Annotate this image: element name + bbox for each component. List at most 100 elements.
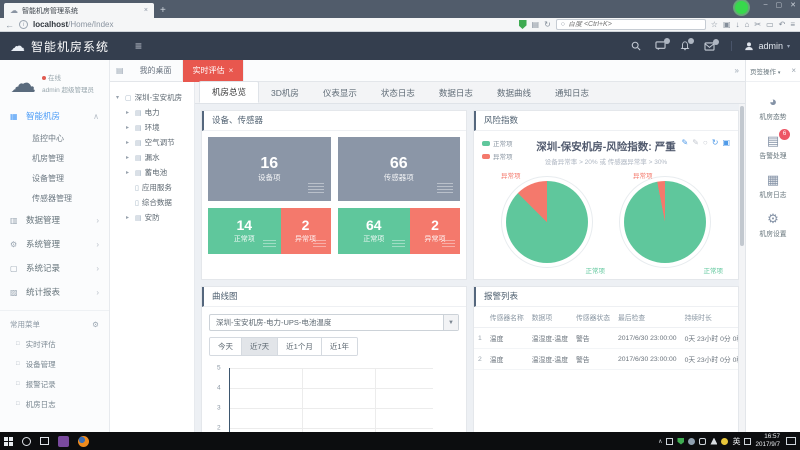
window-controls[interactable]: ‒▢✕	[764, 1, 796, 9]
back-button[interactable]: ←	[5, 20, 14, 30]
adblock-shield-icon[interactable]	[519, 20, 527, 29]
undo-icon[interactable]: ↶	[779, 20, 786, 29]
content-tab-gauges[interactable]: 仪表显示	[311, 83, 369, 103]
content-tab-data-log[interactable]: 数据日志	[427, 83, 485, 103]
tab-actions-dropdown[interactable]: 页签操作 ▾	[750, 66, 780, 76]
caret-right-icon[interactable]: ▸	[126, 169, 132, 176]
quick-item-device-mgmt[interactable]: □设备管理	[0, 354, 109, 374]
section-gear-icon[interactable]: ⚙	[92, 320, 99, 329]
range-today-button[interactable]: 今天	[210, 338, 242, 355]
tab-realtime-eval[interactable]: 实时评估×	[183, 60, 245, 82]
content-tab-status-log[interactable]: 状态日志	[369, 83, 427, 103]
tray-icon[interactable]	[666, 438, 673, 445]
start-button[interactable]	[4, 437, 13, 446]
browser-search-input[interactable]	[568, 21, 701, 28]
tree-node-environment[interactable]: ▸▤环境	[116, 120, 194, 135]
close-icon[interactable]: ×	[791, 66, 796, 75]
sidebar-item-sensor-mgmt[interactable]: 传感器管理	[0, 188, 109, 208]
caret-right-icon[interactable]: ▸	[126, 124, 132, 131]
tree-node-leak[interactable]: ▸▤漏水	[116, 150, 194, 165]
tray-network-icon[interactable]	[710, 438, 717, 445]
quick-item-room-log[interactable]: □机房日志	[0, 394, 109, 414]
ime-indicator[interactable]: 英	[732, 436, 740, 447]
taskbar-clock[interactable]: 16:57 2017/9/7	[755, 433, 780, 449]
right-item-room-status[interactable]: ◕ 机房态势	[746, 95, 800, 121]
sidebar-item-system-record[interactable]: ▢ 系统记录 ›	[0, 256, 109, 280]
user-menu[interactable]: admin ▾	[731, 41, 790, 51]
bell-icon[interactable]	[680, 41, 690, 51]
download-icon[interactable]: ↓	[736, 20, 740, 29]
content-tab-overview[interactable]: 机房总览	[199, 81, 259, 103]
header-search-icon[interactable]	[631, 41, 641, 51]
tray-icon[interactable]	[744, 438, 751, 445]
caret-right-icon[interactable]: ▸	[126, 154, 132, 161]
right-item-alarm-handle[interactable]: ▤ 6 告警处理	[746, 134, 800, 160]
browser-search-box[interactable]: ○	[556, 19, 706, 30]
caret-down-icon[interactable]: ▾	[116, 94, 122, 101]
sensor-pie-chart[interactable]: 异常项 正常项	[619, 176, 711, 268]
tray-icon[interactable]	[699, 438, 706, 445]
tab-my-desktop[interactable]: 我的桌面	[130, 60, 183, 82]
tray-icon[interactable]	[688, 438, 695, 445]
firefox-icon[interactable]	[78, 436, 89, 447]
tab-close-icon[interactable]: ×	[144, 7, 148, 14]
sidebar-item-data-mgmt[interactable]: ▥ 数据管理 ›	[0, 208, 109, 232]
tree-node-app-service[interactable]: ▯应用服务	[116, 180, 194, 195]
refresh-icon[interactable]: ↻	[712, 138, 719, 147]
tree-node-battery[interactable]: ▸▤蓄电池	[116, 165, 194, 180]
tree-node-air[interactable]: ▸▤空气调节	[116, 135, 194, 150]
new-tab-button[interactable]: +	[160, 5, 166, 18]
right-item-room-log[interactable]: ▦ 机房日志	[746, 173, 800, 199]
sidebar-item-device-mgmt[interactable]: 设备管理	[0, 168, 109, 188]
restore-icon[interactable]: ○	[703, 138, 708, 147]
content-scrollbar[interactable]	[739, 104, 745, 432]
tab-overflow-icon[interactable]: »	[729, 66, 745, 75]
content-tab-data-curve[interactable]: 数据曲线	[485, 83, 543, 103]
save-image-icon[interactable]: ▣	[722, 138, 730, 147]
alarm-row[interactable]: 1 温度 温湿度-温度 警告 2017/6/30 23:00:00 0天 23小…	[474, 328, 739, 349]
edit-icon[interactable]: ✎	[692, 138, 699, 147]
right-item-room-settings[interactable]: ⚙ 机房设置	[746, 212, 800, 238]
sidebar-item-system-mgmt[interactable]: ⚙ 系统管理 ›	[0, 232, 109, 256]
pocket-icon[interactable]: ▣	[723, 20, 731, 29]
tree-node-power[interactable]: ▸▤电力	[116, 105, 194, 120]
comment-icon[interactable]: ▭	[766, 20, 774, 29]
mail-icon[interactable]	[704, 42, 715, 51]
sidebar-toggle-icon[interactable]: ≡	[135, 39, 142, 53]
device-pie-chart[interactable]: 异常项 正常项	[501, 176, 593, 268]
tree-node-composite-data[interactable]: ▯综合数据	[116, 195, 194, 210]
sidebar-item-report[interactable]: ▨ 统计报表 ›	[0, 280, 109, 304]
bookmarks-icon[interactable]: ▤	[532, 20, 540, 29]
sidebar-item-room-mgmt[interactable]: 机房管理	[0, 148, 109, 168]
tray-shield-icon[interactable]	[677, 438, 684, 445]
quick-item-alarm-record[interactable]: □报警记录	[0, 374, 109, 394]
range-7d-button[interactable]: 近7天	[242, 338, 278, 355]
edit-icon[interactable]: ✎	[681, 138, 688, 147]
home-icon[interactable]: ⌂	[745, 20, 750, 29]
sensor-select[interactable]: 深圳-宝安机房-电力-UPS-电池温度 ▼	[209, 314, 459, 331]
tree-root[interactable]: ▾ ▢ 深圳-宝安机房	[116, 90, 194, 105]
caret-right-icon[interactable]: ▸	[126, 139, 132, 146]
quick-item-realtime-eval[interactable]: □实时评估	[0, 334, 109, 354]
browser-tab[interactable]: ☁ 智能机房管理系统 ×	[4, 3, 154, 18]
system-tray[interactable]: ∧ 英 16:57 2017/9/7	[658, 433, 796, 449]
range-1m-button[interactable]: 近1个月	[278, 338, 322, 355]
tree-node-security[interactable]: ▸▤安防	[116, 210, 194, 225]
taskbar-app-icon[interactable]	[58, 436, 69, 447]
star-icon[interactable]: ☆	[711, 20, 718, 29]
refresh-icon[interactable]: ↻	[544, 20, 551, 29]
tab-close-icon[interactable]: ×	[229, 66, 234, 75]
sidebar-item-smart-room[interactable]: ▦ 智能机房 ∧	[0, 104, 109, 128]
content-tab-3d[interactable]: 3D机房	[259, 83, 311, 103]
range-1y-button[interactable]: 近1年	[322, 338, 357, 355]
tab-list-icon[interactable]: ▤	[110, 66, 130, 75]
alarm-row[interactable]: 2 温度 温湿度-温度 警告 2017/6/30 23:00:00 0天 23小…	[474, 349, 739, 370]
caret-right-icon[interactable]: ▸	[126, 109, 132, 116]
content-tab-notify-log[interactable]: 通知日志	[543, 83, 601, 103]
tray-icon[interactable]	[721, 438, 728, 445]
task-view-icon[interactable]	[40, 437, 49, 445]
menu-icon[interactable]: ≡	[790, 20, 795, 29]
tray-chevron-icon[interactable]: ∧	[658, 438, 662, 445]
address-bar[interactable]: localhost/Home/Index	[33, 20, 113, 29]
screenshot-icon[interactable]: ✂	[754, 20, 761, 29]
